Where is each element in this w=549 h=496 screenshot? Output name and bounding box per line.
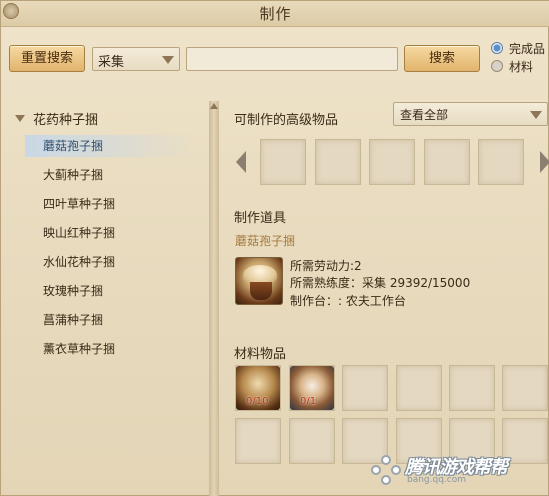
radio-unselected-icon (491, 60, 503, 72)
chevron-down-icon (162, 56, 174, 64)
category-select[interactable]: 采集 (92, 47, 180, 71)
material-slot[interactable] (502, 365, 548, 411)
watermark-url: bang.qq.com (407, 475, 467, 485)
material-slot[interactable] (396, 365, 442, 411)
tree-category[interactable]: 花药种子捆 (15, 109, 98, 128)
workbench-requirement: 制作台：: 农夫工作台 (290, 294, 406, 308)
tree-item[interactable]: 薰衣草种子捆 (25, 338, 195, 360)
material-count: 0/10 (246, 396, 269, 407)
tool-section-label: 制作道具 (234, 211, 287, 226)
crafted-item-icon[interactable] (235, 257, 283, 305)
radio-selected-icon (491, 42, 503, 54)
search-button[interactable]: 搜索 (404, 45, 480, 72)
material-slot[interactable] (235, 418, 281, 464)
material-slot[interactable] (449, 365, 495, 411)
tree-item[interactable]: 映山红种子捆 (25, 222, 195, 244)
tree-scrollbar[interactable] (209, 101, 219, 496)
search-input[interactable] (186, 47, 398, 71)
category-select-value: 采集 (98, 55, 125, 70)
watermark: 腾讯游戏帮帮 bang.qq.com (371, 451, 546, 491)
reset-search-button[interactable]: 重置搜索 (9, 45, 85, 72)
advanced-item-slot[interactable] (478, 139, 524, 185)
labor-requirement: 所需劳动力:2 (290, 259, 362, 273)
tree-item[interactable]: 菖蒲种子捆 (25, 309, 195, 331)
material-slot[interactable]: 0/1 (289, 365, 335, 411)
watermark-logo-icon (371, 455, 401, 485)
tree-item[interactable]: 蘑菇孢子捆 (25, 135, 195, 157)
materials-label: 材料物品 (234, 347, 287, 362)
search-toolbar: 重置搜索 采集 搜索 (1, 37, 549, 77)
next-page-arrow-icon[interactable] (540, 151, 549, 173)
pot-shape (250, 282, 272, 300)
crafting-window: 制作 重置搜索 采集 搜索 完成品 材料 花药种子捆 蘑菇孢子捆 大蓟种子捆 四… (0, 0, 549, 496)
view-filter-value: 查看全部 (400, 108, 449, 122)
radio-material-label: 材料 (509, 60, 534, 74)
material-slot[interactable] (342, 365, 388, 411)
material-slot[interactable]: 0/10 (235, 365, 281, 411)
title-bar: 制作 (1, 1, 549, 27)
tree-category-label: 花药种子捆 (33, 113, 99, 128)
radio-finished-label: 完成品 (509, 42, 546, 56)
crafted-item-name: 蘑菇孢子捆 (235, 234, 296, 248)
advanced-item-slot[interactable] (369, 139, 415, 185)
view-filter-select[interactable]: 查看全部 (393, 102, 548, 126)
window-title: 制作 (259, 5, 292, 23)
material-count: 0/1 (300, 396, 317, 407)
advanced-items-label: 可制作的高级物品 (234, 113, 339, 128)
material-slot[interactable] (289, 418, 335, 464)
advanced-item-slot[interactable] (424, 139, 470, 185)
tree-item[interactable]: 大蓟种子捆 (25, 164, 195, 186)
chevron-down-icon (530, 111, 542, 119)
tree-item[interactable]: 水仙花种子捆 (25, 251, 195, 273)
tree-item[interactable]: 四叶草种子捆 (25, 193, 195, 215)
recipe-tree: 花药种子捆 蘑菇孢子捆 大蓟种子捆 四叶草种子捆 映山红种子捆 水仙花种子捆 玫… (9, 101, 211, 496)
scroll-up-icon[interactable] (209, 101, 219, 111)
advanced-item-slot[interactable] (315, 139, 361, 185)
advanced-item-slot[interactable] (260, 139, 306, 185)
proficiency-requirement: 所需熟练度：采集 29392/15000 (290, 276, 471, 290)
prev-page-arrow-icon[interactable] (236, 151, 246, 173)
tree-item[interactable]: 玫瑰种子捆 (25, 280, 195, 302)
expand-arrow-icon (15, 115, 25, 122)
